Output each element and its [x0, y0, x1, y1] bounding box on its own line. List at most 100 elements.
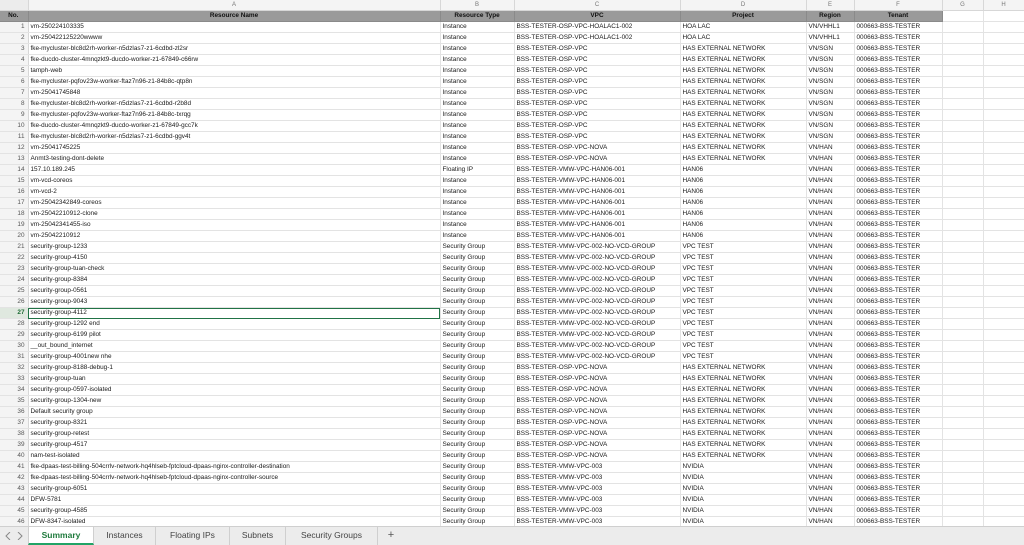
empty-cell[interactable]: [983, 131, 1024, 143]
table-cell[interactable]: security-group-9043: [28, 296, 441, 308]
row-number[interactable]: 25: [0, 285, 29, 297]
row-number[interactable]: 41: [0, 461, 29, 473]
table-cell[interactable]: security-group-1292 end: [28, 318, 441, 330]
row-number[interactable]: 33: [0, 373, 29, 385]
table-cell[interactable]: VN/HAN: [806, 472, 855, 484]
table-cell[interactable]: Security Group: [440, 395, 515, 407]
table-cell[interactable]: Instance: [440, 109, 515, 121]
table-cell[interactable]: 000663-BSS-TESTER: [854, 351, 943, 363]
table-cell[interactable]: tamph-web: [28, 65, 441, 77]
table-cell[interactable]: Instance: [440, 175, 515, 187]
table-cell[interactable]: Anmt3-testing-dont-delete: [28, 153, 441, 165]
table-cell[interactable]: fke-dpaas-test-billing-504crrlv-network-…: [28, 461, 441, 473]
table-cell[interactable]: HAS EXTERNAL NETWORK: [680, 406, 807, 418]
empty-cell[interactable]: [983, 274, 1024, 286]
table-cell[interactable]: HAS EXTERNAL NETWORK: [680, 362, 807, 374]
table-cell[interactable]: BSS-TESTER-OSP-VPC-NOVA: [514, 417, 681, 429]
empty-cell[interactable]: [942, 505, 984, 517]
table-cell[interactable]: BSS-TESTER-VMW-VPC-003: [514, 472, 681, 484]
row-number[interactable]: 34: [0, 384, 29, 396]
empty-cell[interactable]: [942, 439, 984, 451]
table-cell[interactable]: Security Group: [440, 483, 515, 495]
empty-cell[interactable]: [983, 285, 1024, 297]
empty-cell[interactable]: [983, 186, 1024, 198]
scroll-tabs-left-icon[interactable]: [2, 527, 14, 545]
empty-cell[interactable]: [983, 252, 1024, 264]
table-cell[interactable]: BSS-TESTER-OSP-VPC-NOVA: [514, 373, 681, 385]
column-header[interactable]: VPC: [514, 10, 681, 22]
table-cell[interactable]: Security Group: [440, 241, 515, 253]
row-number[interactable]: 32: [0, 362, 29, 374]
empty-cell[interactable]: [942, 208, 984, 220]
empty-cell[interactable]: [942, 175, 984, 187]
empty-cell[interactable]: [983, 406, 1024, 418]
table-cell[interactable]: Default security group: [28, 406, 441, 418]
empty-cell[interactable]: [942, 131, 984, 143]
table-cell[interactable]: Security Group: [440, 472, 515, 484]
table-cell[interactable]: 000663-BSS-TESTER: [854, 362, 943, 374]
empty-cell[interactable]: [983, 318, 1024, 330]
table-cell[interactable]: 000663-BSS-TESTER: [854, 516, 943, 526]
table-cell[interactable]: Security Group: [440, 428, 515, 440]
empty-cell[interactable]: [983, 461, 1024, 473]
row-number[interactable]: 30: [0, 340, 29, 352]
empty-cell[interactable]: [942, 32, 984, 44]
table-cell[interactable]: fke-ducdo-cluster-4mnqzkt9-ducdo-worker-…: [28, 120, 441, 132]
table-cell[interactable]: Instance: [440, 98, 515, 110]
empty-cell[interactable]: [942, 98, 984, 110]
empty-cell[interactable]: [942, 274, 984, 286]
table-cell[interactable]: BSS-TESTER-OSP-VPC-NOVA: [514, 362, 681, 374]
column-header[interactable]: Region: [806, 10, 855, 22]
table-cell[interactable]: 000663-BSS-TESTER: [854, 98, 943, 110]
table-cell[interactable]: Instance: [440, 54, 515, 66]
table-cell[interactable]: VN/HAN: [806, 505, 855, 517]
table-cell[interactable]: fke-mycluster-blc8d2rh-worker-n5dzlas7-z…: [28, 43, 441, 55]
table-cell[interactable]: Instance: [440, 197, 515, 209]
table-cell[interactable]: BSS-TESTER-OSP-VPC: [514, 120, 681, 132]
row-number[interactable]: 23: [0, 263, 29, 275]
table-cell[interactable]: BSS-TESTER-OSP-VPC: [514, 76, 681, 88]
empty-cell[interactable]: [942, 54, 984, 66]
table-cell[interactable]: Security Group: [440, 329, 515, 341]
table-cell[interactable]: HAS EXTERNAL NETWORK: [680, 384, 807, 396]
row-number[interactable]: 35: [0, 395, 29, 407]
table-cell[interactable]: vm-250422125220wwww: [28, 32, 441, 44]
empty-cell[interactable]: [983, 384, 1024, 396]
table-cell[interactable]: VN/SGN: [806, 54, 855, 66]
table-cell[interactable]: VN/SGN: [806, 109, 855, 121]
table-cell[interactable]: 000663-BSS-TESTER: [854, 43, 943, 55]
table-cell[interactable]: security-group-4112: [28, 307, 441, 319]
table-cell[interactable]: VN/HAN: [806, 406, 855, 418]
table-cell[interactable]: BSS-TESTER-VMW-VPC-HAN06-001: [514, 230, 681, 242]
table-cell[interactable]: DFW-8347-isolated: [28, 516, 441, 526]
table-cell[interactable]: HAS EXTERNAL NETWORK: [680, 65, 807, 77]
table-cell[interactable]: NVIDIA: [680, 472, 807, 484]
empty-cell[interactable]: [942, 43, 984, 55]
empty-cell[interactable]: [983, 43, 1024, 55]
table-cell[interactable]: BSS-TESTER-VMW-VPC-003: [514, 461, 681, 473]
column-header[interactable]: Resource Name: [28, 10, 441, 22]
table-cell[interactable]: 000663-BSS-TESTER: [854, 164, 943, 176]
table-cell[interactable]: Floating IP: [440, 164, 515, 176]
row-number[interactable]: 4: [0, 54, 29, 66]
table-cell[interactable]: VN/HAN: [806, 208, 855, 220]
empty-cell[interactable]: [942, 516, 984, 526]
empty-cell[interactable]: [942, 406, 984, 418]
table-cell[interactable]: BSS-TESTER-VMW-VPC-HAN06-001: [514, 164, 681, 176]
table-cell[interactable]: BSS-TESTER-VMW-VPC-002-NO-VCD-GROUP: [514, 285, 681, 297]
table-cell[interactable]: HAS EXTERNAL NETWORK: [680, 142, 807, 154]
row-number[interactable]: 7: [0, 87, 29, 99]
table-cell[interactable]: 000663-BSS-TESTER: [854, 373, 943, 385]
table-cell[interactable]: VN/HAN: [806, 461, 855, 473]
empty-cell[interactable]: [983, 241, 1024, 253]
table-cell[interactable]: Instance: [440, 65, 515, 77]
add-sheet-button[interactable]: +: [380, 527, 402, 545]
table-cell[interactable]: VN/HAN: [806, 351, 855, 363]
table-cell[interactable]: 000663-BSS-TESTER: [854, 494, 943, 506]
row-number[interactable]: 20: [0, 230, 29, 242]
table-cell[interactable]: 000663-BSS-TESTER: [854, 318, 943, 330]
row-number[interactable]: 6: [0, 76, 29, 88]
table-cell[interactable]: Instance: [440, 131, 515, 143]
empty-cell[interactable]: [942, 362, 984, 374]
empty-cell[interactable]: [983, 32, 1024, 44]
